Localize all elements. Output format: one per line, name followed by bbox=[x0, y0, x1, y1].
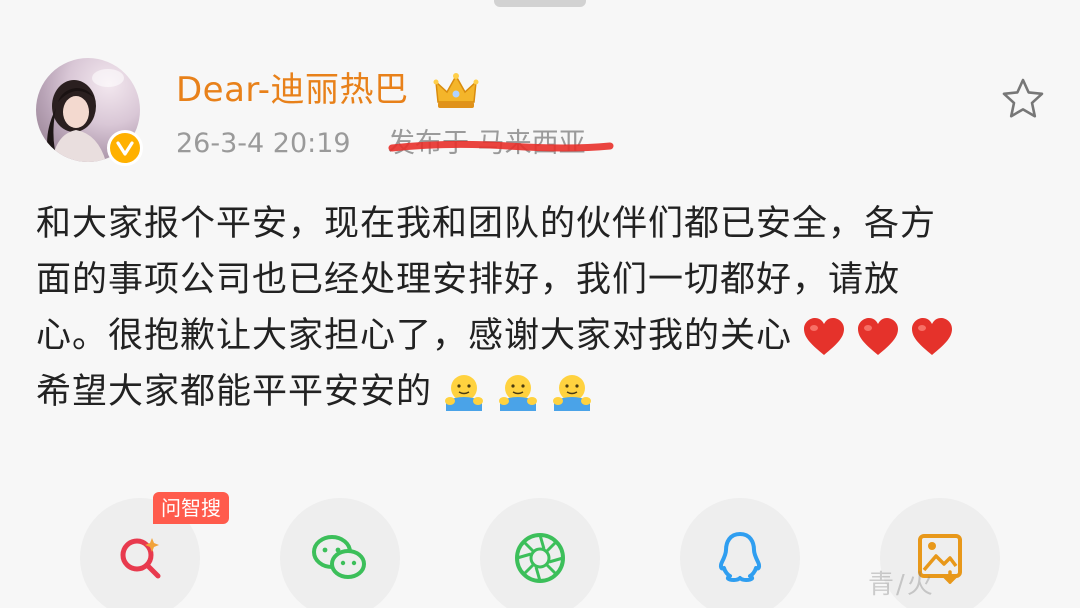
moments-share-button[interactable] bbox=[480, 498, 600, 608]
content-line-with-hugs: 希望大家都能平平安安的 bbox=[36, 364, 1046, 420]
content-line-with-hearts: 心。很抱歉让大家担心了，感谢大家对我的关心 bbox=[36, 308, 1046, 364]
favorite-star-icon[interactable] bbox=[1000, 76, 1046, 122]
post-content: 和大家报个平安，现在我和团队的伙伴们都已安全，各方 面的事项公司也已经处理安排好… bbox=[36, 196, 1046, 420]
content-line: 和大家报个平安，现在我和团队的伙伴们都已安全，各方 bbox=[36, 204, 937, 244]
hug-emoji-icon bbox=[499, 375, 538, 411]
red-strike-mark bbox=[388, 140, 614, 152]
content-line: 面的事项公司也已经处理安排好，我们一切都好，请放 bbox=[36, 260, 901, 300]
ai-search-icon bbox=[120, 538, 161, 579]
watermark: 青/火 bbox=[868, 570, 935, 600]
wechat-icon bbox=[312, 535, 366, 579]
heart-emoji-icon bbox=[804, 318, 845, 355]
content-text: 希望大家都能平平安安的 bbox=[36, 372, 433, 412]
hug-emoji-icon bbox=[445, 375, 484, 411]
content-text: 心。很抱歉让大家担心了，感谢大家对我的关心 bbox=[36, 316, 793, 356]
moments-icon bbox=[515, 533, 565, 583]
heart-emoji-icon bbox=[858, 318, 899, 355]
ai-search-tag: 问智搜 bbox=[153, 492, 229, 524]
qq-share-button[interactable] bbox=[680, 498, 800, 608]
verified-badge-icon bbox=[107, 130, 143, 166]
hug-emoji-icon bbox=[553, 375, 592, 411]
username[interactable]: Dear-迪丽热巴 bbox=[176, 68, 409, 112]
vip-crown-icon bbox=[432, 72, 480, 110]
heart-emoji-icon bbox=[912, 318, 953, 355]
post-time: 26-3-4 20:19 bbox=[176, 128, 351, 159]
wechat-share-button[interactable] bbox=[280, 498, 400, 608]
qq-icon bbox=[718, 532, 762, 582]
